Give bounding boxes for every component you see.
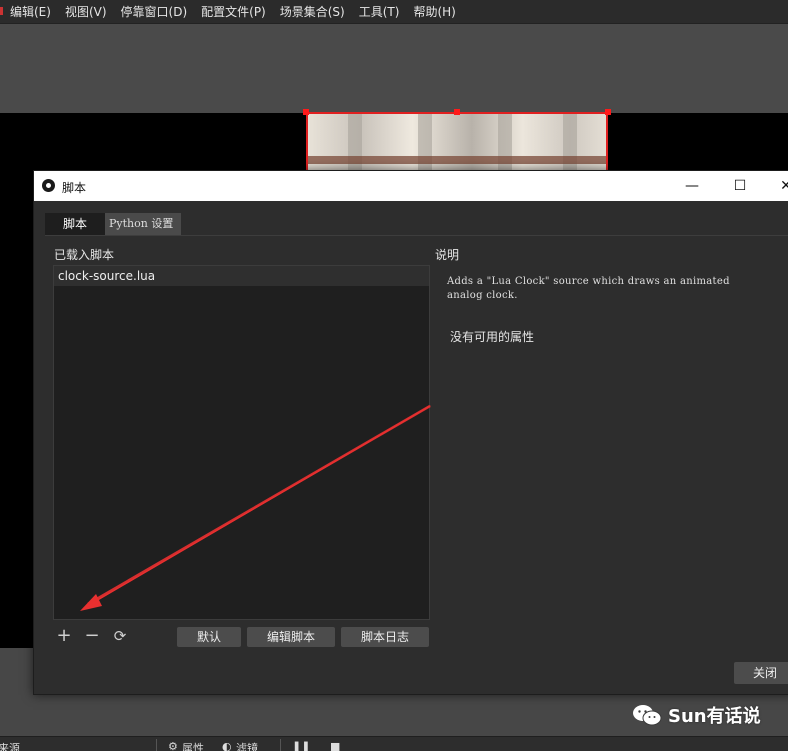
add-script-icon[interactable]: + <box>54 626 74 646</box>
menu-docks[interactable]: 停靠窗口(D) <box>114 3 195 20</box>
dock-sources-label[interactable]: 来源 <box>0 740 20 751</box>
script-log-button[interactable]: 脚本日志 <box>341 627 429 647</box>
edit-script-button[interactable]: 编辑脚本 <box>247 627 335 647</box>
menu-view[interactable]: 视图(V) <box>58 3 114 20</box>
close-button[interactable]: 关闭 <box>734 662 788 684</box>
red-arrow-icon <box>80 404 431 611</box>
reload-script-icon[interactable]: ⟳ <box>110 626 130 646</box>
remove-script-icon[interactable]: − <box>82 626 102 646</box>
dock-bar: 来源 ⚙ 属性 ◐ 滤镜 ❚❚ ■ <box>0 736 788 751</box>
menu-edit[interactable]: 编辑(E) <box>0 3 58 20</box>
pause-icon[interactable]: ❚❚ <box>292 740 310 751</box>
selected-source-thumbnail[interactable] <box>306 112 608 172</box>
thumbnail-detail <box>308 156 606 164</box>
filter-icon[interactable]: ◐ <box>222 740 232 751</box>
menu-bar: 编辑(E) 视图(V) 停靠窗口(D) 配置文件(P) 场景集合(S) 工具(T… <box>0 0 788 24</box>
dock-properties-label[interactable]: 属性 <box>182 740 204 751</box>
watermark-text: Sun有话说 <box>668 706 761 727</box>
watermark: Sun有话说 <box>632 703 761 727</box>
resize-handle-top-left[interactable] <box>303 109 309 115</box>
no-properties-text: 没有可用的属性 <box>450 330 535 344</box>
menu-help[interactable]: 帮助(H) <box>406 3 462 20</box>
defaults-button[interactable]: 默认 <box>177 627 241 647</box>
wechat-icon <box>633 705 662 726</box>
menu-tools[interactable]: 工具(T) <box>352 3 407 20</box>
resize-handle-top[interactable] <box>454 109 460 115</box>
dock-separator <box>280 739 281 751</box>
description-text: Adds a "Lua Clock" source which draws an… <box>447 276 730 301</box>
dock-separator <box>156 739 157 751</box>
scripts-dialog: 脚本 — ☐ ✕ 脚本 Python 设置 已载入脚本 clock-source… <box>33 170 788 695</box>
menu-profile[interactable]: 配置文件(P) <box>194 3 273 20</box>
resize-handle-top-right[interactable] <box>605 109 611 115</box>
preview-padding <box>0 24 788 113</box>
dock-filters-label[interactable]: 滤镜 <box>236 740 258 751</box>
menu-scene-collection[interactable]: 场景集合(S) <box>273 3 352 20</box>
description-label: 说明 <box>435 248 460 262</box>
menu-edge-marker <box>0 7 3 15</box>
gear-icon[interactable]: ⚙ <box>168 740 178 751</box>
stop-icon[interactable]: ■ <box>330 740 340 751</box>
